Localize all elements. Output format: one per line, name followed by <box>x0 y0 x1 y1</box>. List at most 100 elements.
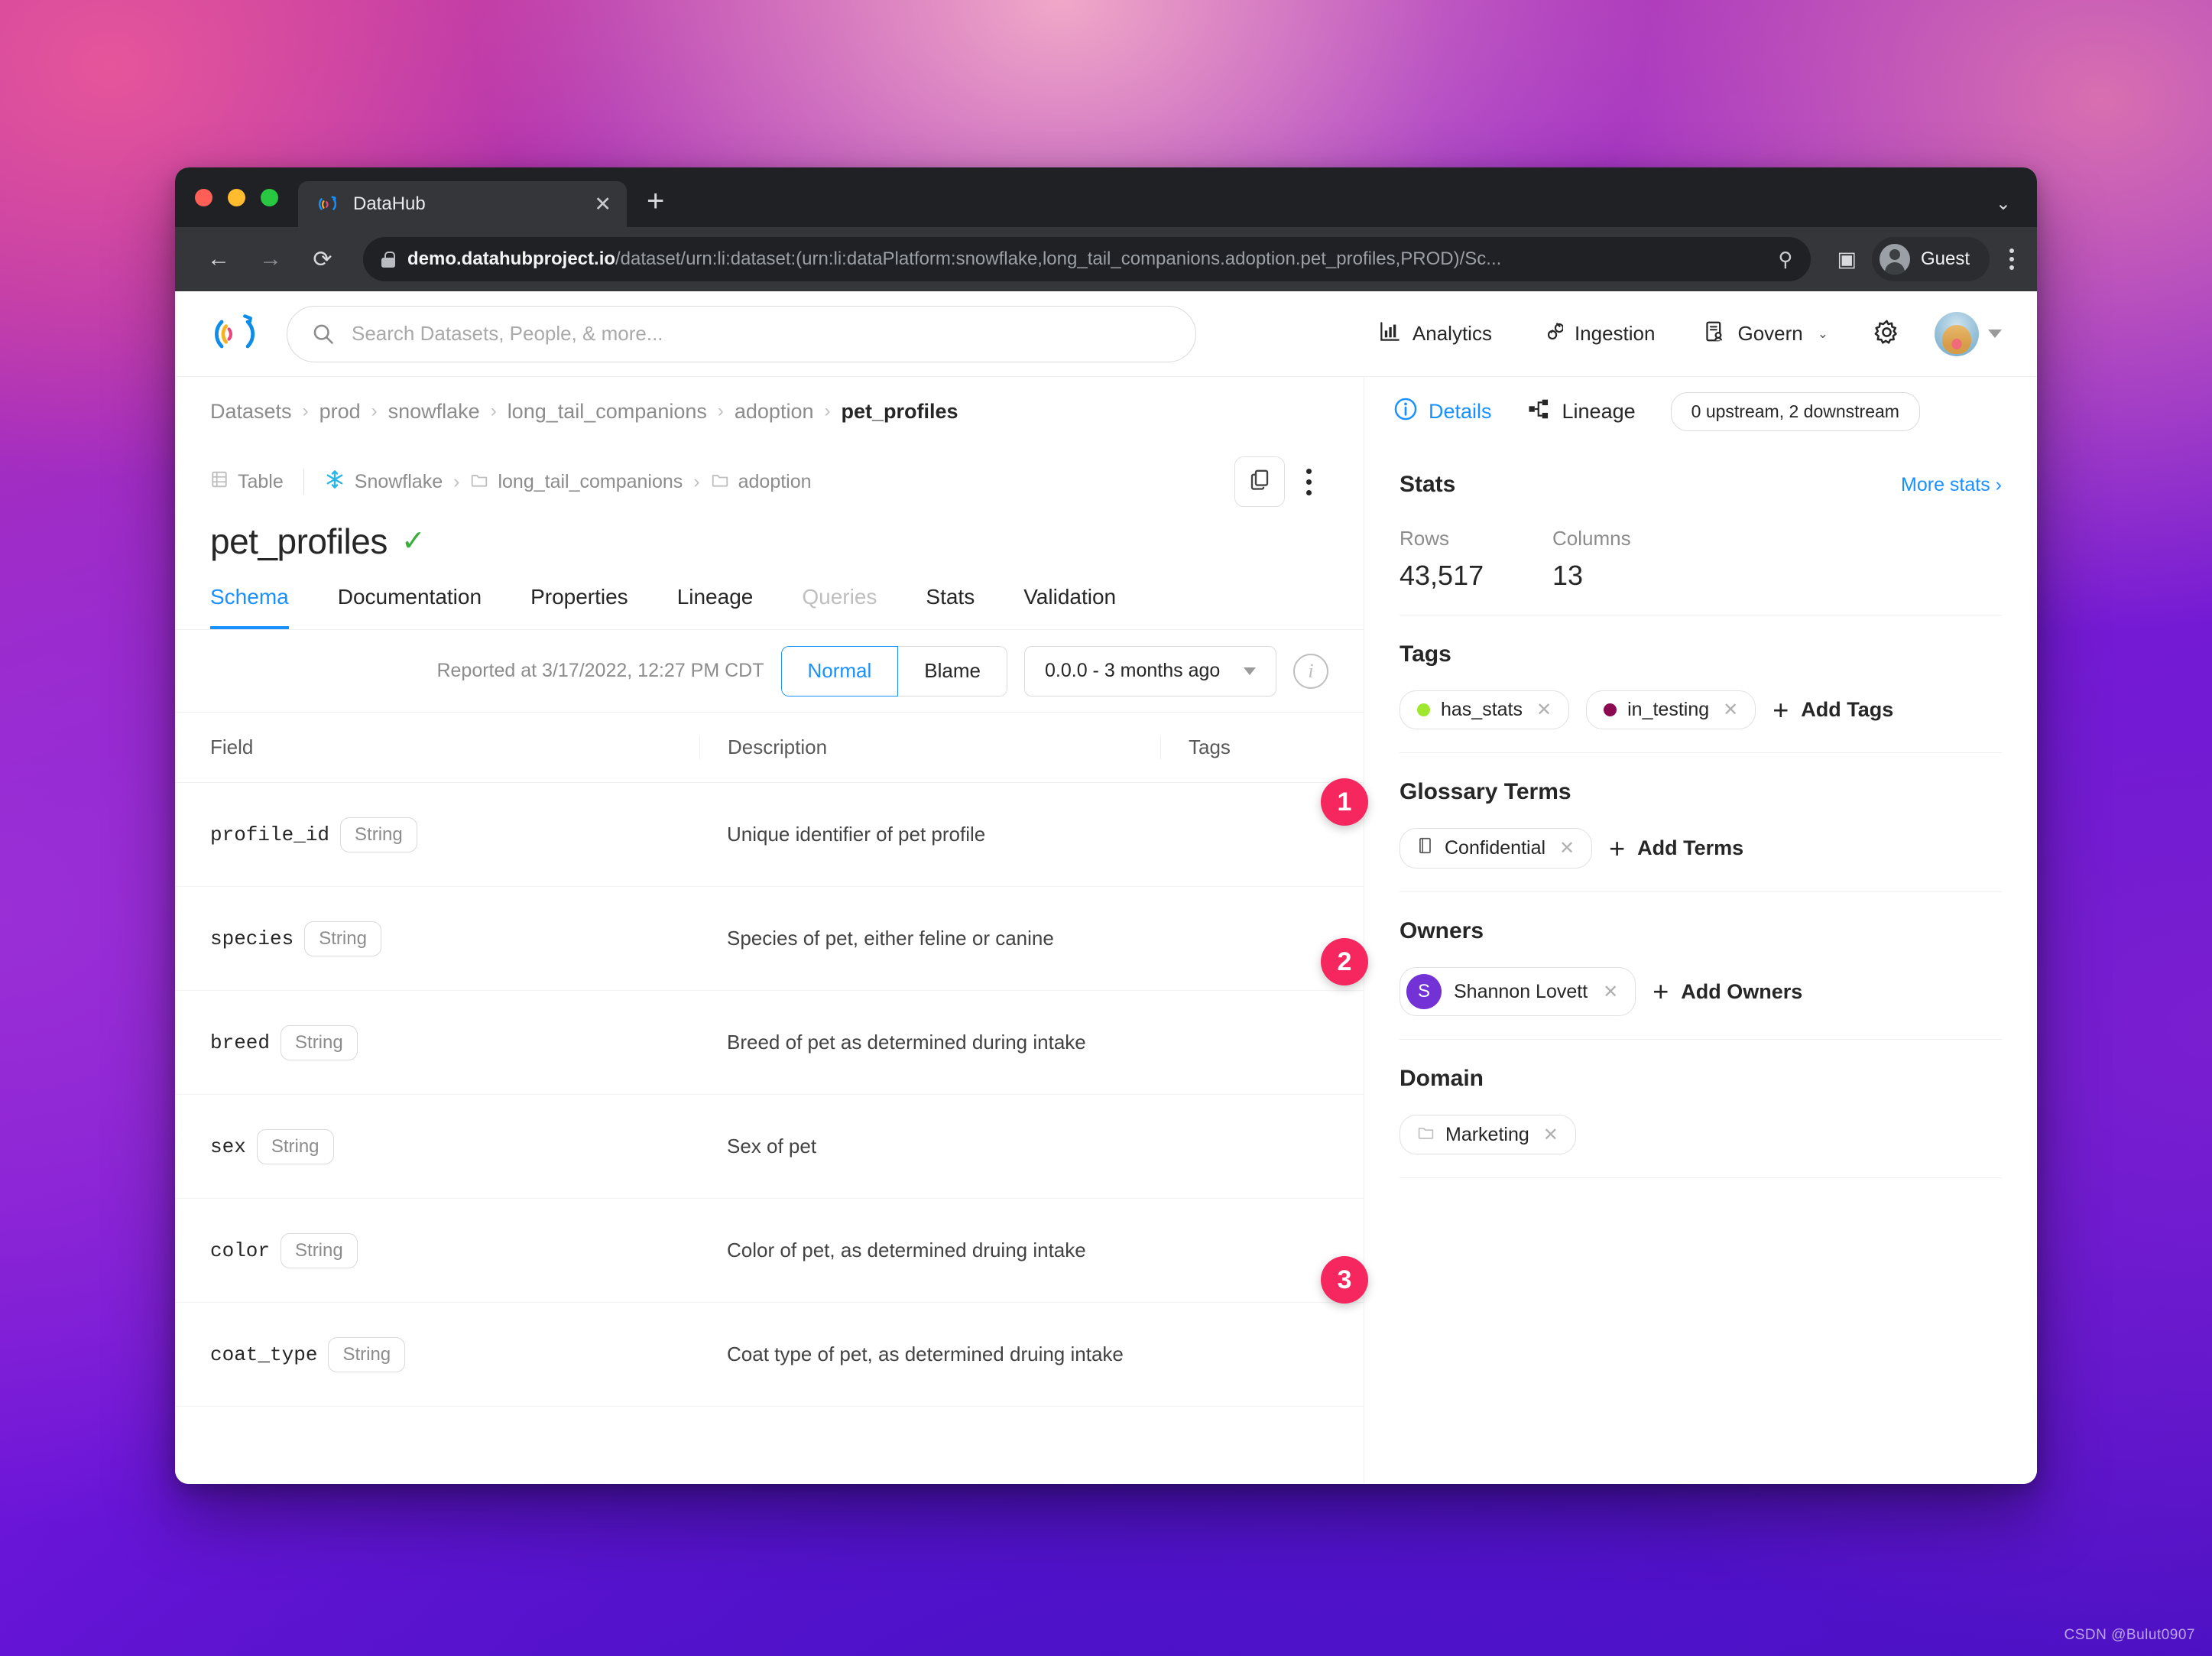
add-terms-button[interactable]: + Add Terms <box>1609 835 1743 862</box>
table-row[interactable]: profile_id String Unique identifier of p… <box>175 783 1364 887</box>
tags-title: Tags <box>1400 641 1451 667</box>
app-nav: Analytics Ingestion <box>1354 312 2002 356</box>
tab-properties[interactable]: Properties <box>530 585 628 629</box>
path-separator: › <box>453 471 459 493</box>
glossary-chip-confidential[interactable]: Confidential ✕ <box>1400 828 1592 869</box>
tab-documentation[interactable]: Documentation <box>338 585 482 629</box>
chevron-down-icon: ⌄ <box>1818 326 1828 342</box>
info-circle-icon[interactable]: i <box>1293 654 1328 689</box>
path-separator: › <box>693 471 699 493</box>
window-traffic-lights <box>195 167 298 227</box>
kebab-menu-icon[interactable] <box>1289 469 1328 495</box>
arrow-left-icon[interactable]: ← <box>196 237 241 281</box>
breadcrumb: Datasets › prod › snowflake › long_tail_… <box>175 377 1364 446</box>
table-row[interactable]: color String Color of pet, as determined… <box>175 1199 1364 1303</box>
bar-chart-icon <box>1379 320 1401 348</box>
user-menu-button[interactable] <box>1921 312 2002 356</box>
table-row[interactable]: species String Species of pet, either fe… <box>175 887 1364 991</box>
lineage-count-badge[interactable]: 0 upstream, 2 downstream <box>1671 392 1920 431</box>
tag-label: in_testing <box>1627 699 1709 721</box>
table-row[interactable]: sex String Sex of pet <box>175 1095 1364 1199</box>
profile-button[interactable]: Guest <box>1872 237 1990 281</box>
schema-table-header: Field Description Tags <box>175 713 1364 783</box>
url-host: demo.datahubproject.io <box>407 248 615 269</box>
tab-validation[interactable]: Validation <box>1023 585 1116 629</box>
entity-type-label: Table <box>238 471 284 493</box>
table-row[interactable]: breed String Breed of pet as determined … <box>175 991 1364 1095</box>
minimize-window-button[interactable] <box>228 189 245 206</box>
tag-chip-in-testing[interactable]: in_testing ✕ <box>1586 690 1756 729</box>
browser-tab-strip: DataHub ✕ + ⌄ <box>175 167 2037 227</box>
stat-label: Rows <box>1400 527 1552 550</box>
tab-lineage[interactable]: Lineage <box>677 585 754 629</box>
breadcrumb-item-prod[interactable]: prod <box>319 400 361 424</box>
zoom-in-icon[interactable]: ⚲ <box>1767 248 1792 271</box>
right-sidebar: Details Lineage <box>1364 377 2037 1483</box>
close-icon[interactable]: ✕ <box>1559 837 1575 859</box>
tab-schema[interactable]: Schema <box>210 585 289 629</box>
close-window-button[interactable] <box>195 189 212 206</box>
close-icon[interactable]: ✕ <box>1536 699 1552 721</box>
new-tab-button[interactable]: + <box>647 186 664 216</box>
field-type: String <box>281 1233 358 1268</box>
tag-chip-has-stats[interactable]: has_stats ✕ <box>1400 690 1569 729</box>
address-bar[interactable]: demo.datahubproject.io/dataset/urn:li:da… <box>363 237 1811 281</box>
maximize-window-button[interactable] <box>261 189 278 206</box>
sidebar-tab-lineage[interactable]: Lineage <box>1527 397 1671 427</box>
search-icon <box>312 323 335 346</box>
arrow-right-icon[interactable]: → <box>248 237 293 281</box>
field-name: species <box>210 927 294 950</box>
sidebar-section-glossary-terms: Glossary Terms Confident <box>1400 753 2002 892</box>
page-content: Search Datasets, People, & more... <box>175 291 2037 1484</box>
plus-icon: + <box>1773 696 1789 724</box>
nav-label: Ingestion <box>1575 322 1656 346</box>
nav-item-analytics[interactable]: Analytics <box>1354 320 1516 348</box>
more-stats-link[interactable]: More stats › <box>1901 474 2002 496</box>
domain-chip-marketing[interactable]: Marketing ✕ <box>1400 1115 1576 1154</box>
info-circle-icon <box>1393 397 1418 427</box>
search-input[interactable]: Search Datasets, People, & more... <box>287 306 1196 362</box>
copy-urn-button[interactable] <box>1234 456 1285 507</box>
browser-tab[interactable]: DataHub ✕ <box>298 181 627 227</box>
owners-list: S Shannon Lovett ✕ + Add Owners <box>1400 967 2002 1016</box>
tab-queries: Queries <box>802 585 877 629</box>
datahub-logo-icon[interactable] <box>210 309 261 359</box>
breadcrumb-item-adoption[interactable]: adoption <box>735 400 814 424</box>
sidebar-tab-details[interactable]: Details <box>1393 397 1527 427</box>
breadcrumb-item-snowflake[interactable]: snowflake <box>388 400 480 424</box>
close-icon[interactable]: ✕ <box>1543 1124 1558 1146</box>
plug-icon <box>1541 320 1563 348</box>
folder-icon <box>711 470 729 494</box>
breadcrumb-item-long-tail-companions[interactable]: long_tail_companions <box>508 400 707 424</box>
snowflake-icon <box>324 469 345 495</box>
side-panel-icon[interactable]: ▣ <box>1829 248 1864 271</box>
close-icon[interactable]: ✕ <box>594 194 611 215</box>
nav-item-ingestion[interactable]: Ingestion <box>1516 320 1680 348</box>
field-cell: sex String <box>210 1129 699 1164</box>
owner-chip-shannon-lovett[interactable]: S Shannon Lovett ✕ <box>1400 967 1636 1016</box>
dataset-path-label: long_tail_companions <box>498 471 683 493</box>
dataset-path-schema[interactable]: adoption <box>711 470 812 494</box>
reload-icon[interactable]: ⟳ <box>300 237 345 281</box>
folder-icon <box>1417 1123 1435 1146</box>
table-row[interactable]: coat_type String Coat type of pet, as de… <box>175 1303 1364 1407</box>
field-description: Breed of pet as determined during intake <box>699 1031 1160 1054</box>
settings-button[interactable] <box>1853 320 1921 349</box>
add-owners-button[interactable]: + Add Owners <box>1653 978 1802 1005</box>
version-select[interactable]: 0.0.0 - 3 months ago <box>1024 646 1276 696</box>
add-owners-label: Add Owners <box>1681 980 1802 1004</box>
add-tags-button[interactable]: + Add Tags <box>1773 696 1893 724</box>
dataset-path-container[interactable]: long_tail_companions <box>470 470 683 494</box>
view-normal-button[interactable]: Normal <box>781 646 899 696</box>
stats-title: Stats <box>1400 472 1455 498</box>
nav-item-govern[interactable]: Govern ⌄ <box>1679 320 1853 348</box>
kebab-menu-icon[interactable] <box>2008 248 2016 270</box>
close-icon[interactable]: ✕ <box>1723 699 1738 721</box>
chevron-down-icon[interactable]: ⌄ <box>1996 193 2011 215</box>
view-blame-button[interactable]: Blame <box>898 646 1007 696</box>
field-name: breed <box>210 1031 270 1054</box>
close-icon[interactable]: ✕ <box>1603 981 1618 1003</box>
breadcrumb-item-datasets[interactable]: Datasets <box>210 400 292 424</box>
divider <box>303 469 304 495</box>
tab-stats[interactable]: Stats <box>926 585 975 629</box>
